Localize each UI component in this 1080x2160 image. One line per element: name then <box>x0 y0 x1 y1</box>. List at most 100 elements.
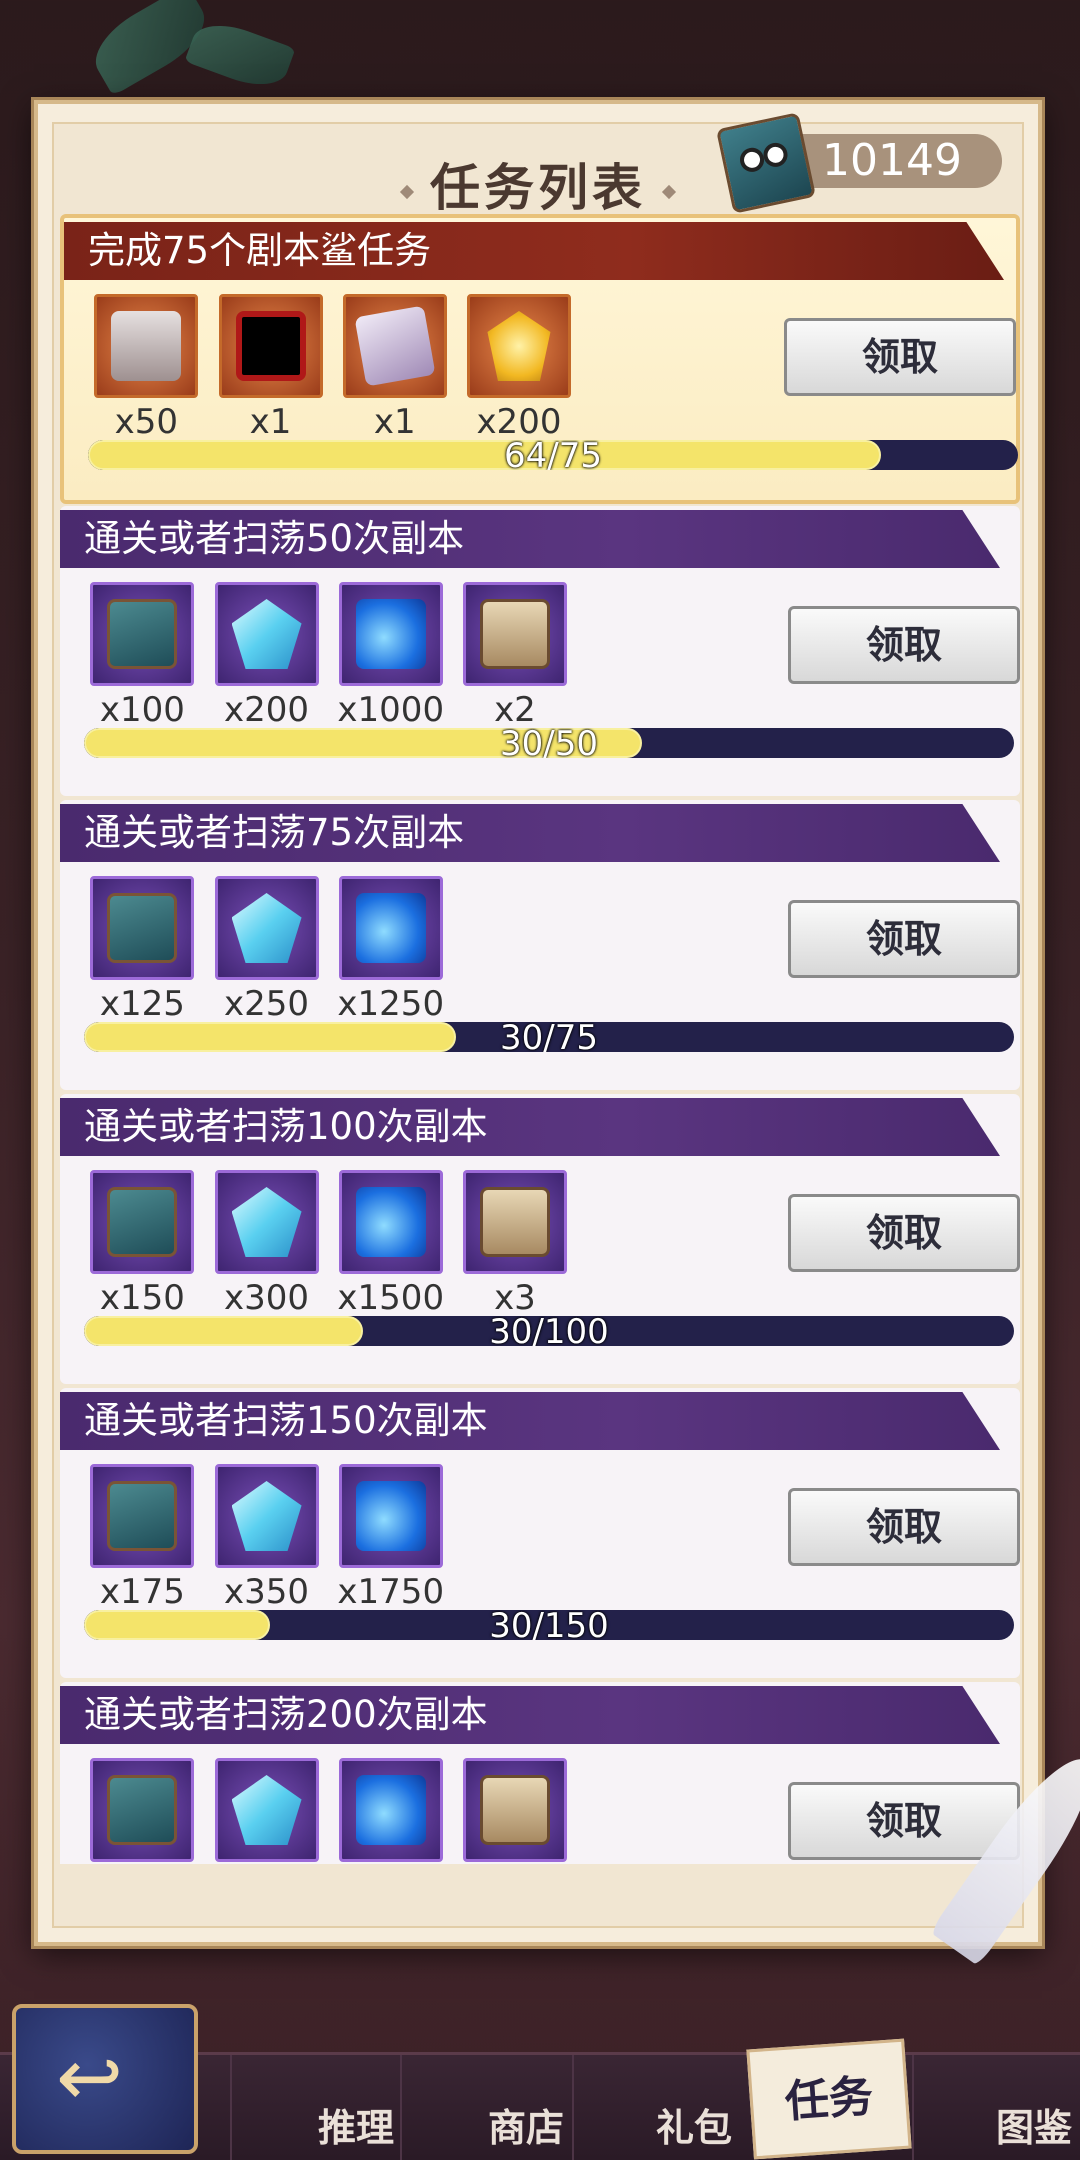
crystal-icon <box>231 1481 302 1551</box>
reward-slot[interactable] <box>218 294 323 398</box>
avatar-frame-icon <box>235 311 306 381</box>
reward-quantity: x175 <box>99 1572 185 1612</box>
reward-quantity: x1000 <box>337 690 445 730</box>
task-card: 通关或者扫荡75次副本 x125 x250 x1250 30/75 领取 <box>60 800 1020 1090</box>
nav-item-tasks-label: 任务 <box>783 2070 875 2129</box>
crystal-icon <box>231 1775 302 1845</box>
page-title-text: 任务列表 <box>430 158 646 217</box>
reward-slot[interactable] <box>466 294 571 398</box>
reward-quantity: x150 <box>99 1278 185 1318</box>
reward-quantity: x300 <box>224 1278 310 1318</box>
task-title: 通关或者扫荡100次副本 <box>60 1098 1000 1156</box>
reward-slot[interactable] <box>214 1170 319 1274</box>
reward-slot[interactable] <box>90 1170 195 1274</box>
potion-icon <box>355 893 426 963</box>
claim-button[interactable]: 领取 <box>788 1194 1020 1272</box>
reward-slot[interactable] <box>90 582 195 686</box>
task-card: 通关或者扫荡200次副本领取 <box>60 1682 1020 1864</box>
task-title: 通关或者扫荡200次副本 <box>60 1686 1000 1744</box>
crystal-icon <box>231 893 302 963</box>
reward-slot[interactable] <box>462 1170 567 1274</box>
reward-slot[interactable] <box>214 876 319 980</box>
gold-gem-icon <box>487 311 551 381</box>
reward-slot[interactable] <box>342 294 447 398</box>
title-dot-left <box>399 184 415 200</box>
back-button[interactable]: ↩ <box>12 2004 198 2154</box>
nav-item-codex[interactable]: 图鉴 <box>996 2097 1072 2152</box>
reward-slot[interactable] <box>214 1758 319 1862</box>
reward-quantity: x200 <box>476 402 562 442</box>
task-list[interactable]: 完成75个剧本鲨任务 x50 x1 x1 x200 64/75 领取 通关或者扫荡50次副本 x… <box>60 214 1020 1864</box>
task-card: 通关或者扫荡50次副本 x100 x200 x1000 x2 30/50 领取 <box>60 506 1020 796</box>
back-arrow-icon: ↩ <box>56 2031 124 2124</box>
progress-bar: 30/150 <box>84 1610 1014 1640</box>
reward-slot[interactable] <box>338 1170 443 1274</box>
potion-icon <box>355 1775 426 1845</box>
task-card: 完成75个剧本鲨任务 x50 x1 x1 x200 64/75 领取 <box>60 214 1020 504</box>
nav-separator <box>912 2055 914 2160</box>
portrait-card-icon <box>479 1775 550 1845</box>
reward-quantity: x250 <box>224 984 310 1024</box>
reward-slot[interactable] <box>214 582 319 686</box>
reward-slot[interactable] <box>214 1464 319 1568</box>
portrait-card-icon <box>479 599 550 669</box>
reward-quantity: x3 <box>494 1278 536 1318</box>
claim-button[interactable]: 领取 <box>788 1488 1020 1566</box>
progress-text: 30/50 <box>500 728 598 758</box>
progress-text: 30/75 <box>500 1022 598 1052</box>
nav-separator <box>400 2055 402 2160</box>
reward-slot[interactable] <box>338 1464 443 1568</box>
book-icon <box>107 1481 178 1551</box>
currency-display: 10149 <box>715 112 1002 214</box>
character-card-icon <box>111 311 182 381</box>
nav-item-shop[interactable]: 商店 <box>488 2097 564 2152</box>
reward-quantity: x200 <box>224 690 310 730</box>
reward-slot[interactable] <box>338 1758 443 1862</box>
nav-separator <box>572 2055 574 2160</box>
task-title: 通关或者扫荡150次副本 <box>60 1392 1000 1450</box>
book-icon <box>107 599 178 669</box>
task-title: 通关或者扫荡75次副本 <box>60 804 1000 862</box>
reward-slot[interactable] <box>338 876 443 980</box>
claim-button[interactable]: 领取 <box>788 1782 1020 1860</box>
nav-item-gift[interactable]: 礼包 <box>656 2097 732 2152</box>
reward-slot[interactable] <box>462 1758 567 1862</box>
progress-bar: 30/50 <box>84 728 1014 758</box>
reward-quantity: x1250 <box>337 984 445 1024</box>
title-dot-right <box>661 184 677 200</box>
task-title: 通关或者扫荡50次副本 <box>60 510 1000 568</box>
card-pack-icon <box>354 305 436 387</box>
book-icon <box>107 1775 178 1845</box>
claim-button[interactable]: 领取 <box>788 900 1020 978</box>
reward-slot[interactable] <box>90 1464 195 1568</box>
reward-quantity: x1 <box>249 402 292 442</box>
potion-icon <box>355 599 426 669</box>
reward-slot[interactable] <box>94 294 199 398</box>
nav-item-tasks[interactable]: 任务 <box>746 2038 912 2160</box>
reward-quantity: x50 <box>114 402 179 442</box>
reward-quantity: x1750 <box>337 1572 445 1612</box>
claim-button[interactable]: 领取 <box>788 606 1020 684</box>
reward-slot[interactable] <box>462 582 567 686</box>
claim-button[interactable]: 领取 <box>784 318 1016 396</box>
progress-bar: 30/75 <box>84 1022 1014 1052</box>
reward-slot[interactable] <box>90 876 195 980</box>
potion-icon <box>355 1481 426 1551</box>
reward-quantity: x1 <box>373 402 416 442</box>
currency-value: 10149 <box>822 135 962 186</box>
task-panel: 任务列表 10149 完成75个剧本鲨任务 x50 x1 x1 x200 64/75 领取通… <box>34 100 1042 1946</box>
progress-text: 30/150 <box>489 1610 609 1640</box>
progress-text: 64/75 <box>504 440 602 470</box>
portrait-card-icon <box>479 1187 550 1257</box>
reward-slot[interactable] <box>90 1758 195 1862</box>
book-icon <box>107 893 178 963</box>
reward-slot[interactable] <box>338 582 443 686</box>
potion-icon <box>355 1187 426 1257</box>
reward-quantity: x125 <box>99 984 185 1024</box>
nav-item-reasoning[interactable]: 推理 <box>318 2097 394 2152</box>
progress-bar: 30/100 <box>84 1316 1014 1346</box>
task-title: 完成75个剧本鲨任务 <box>64 222 1004 280</box>
reward-quantity: x350 <box>224 1572 310 1612</box>
book-icon <box>715 112 817 214</box>
nav-separator <box>230 2055 232 2160</box>
